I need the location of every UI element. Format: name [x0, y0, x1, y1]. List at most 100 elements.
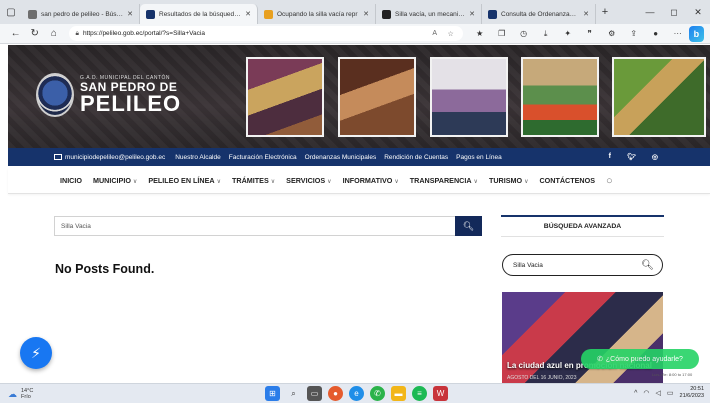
nav-item-label: TRANSPARENCIA	[409, 176, 472, 185]
browser-tab[interactable]: Resultados de la búsqueda d ✕	[140, 4, 258, 24]
history-icon[interactable]: ◷	[513, 29, 535, 39]
featured-post[interactable]: La ciudad azul en promoción nacional AGO…	[502, 292, 663, 384]
search-icon[interactable]: 🔍︎	[641, 260, 654, 271]
word-icon[interactable]: W	[433, 386, 448, 401]
nav-item[interactable]: INICIO	[60, 176, 82, 185]
close-window-icon[interactable]: ✕	[686, 7, 710, 18]
new-tab-button[interactable]: +	[596, 6, 614, 18]
battery-icon[interactable]: ▭	[667, 389, 674, 397]
favorites-icon[interactable]: ★	[469, 29, 491, 39]
chevron-down-icon: ∨	[473, 179, 478, 185]
url-text: https://pelileo.gob.ec/portal/?s=Silla+V…	[82, 30, 205, 37]
nav-item[interactable]: TRÁMITES ∨	[232, 176, 275, 185]
extensions-icon[interactable]: ✦	[557, 29, 579, 39]
profile-icon[interactable]: ●	[645, 29, 667, 39]
top-info-bar: municipiodepelileo@pelileo.gob.ec Nuestr…	[8, 148, 710, 166]
tab-favicon-icon	[264, 9, 273, 19]
top-bar-link[interactable]: Rendición de Cuentas	[384, 154, 448, 161]
sidebar-search-input[interactable]: Silla Vacia 🔍︎	[502, 254, 663, 276]
tab-close-icon[interactable]: ✕	[469, 10, 475, 18]
favorite-star-icon[interactable]: ☆	[445, 30, 457, 38]
messenger-chat-button[interactable]: ⚡︎	[20, 337, 52, 369]
sidebar-search-value: Silla Vacia	[513, 261, 543, 269]
read-aloud-icon[interactable]: A	[429, 30, 441, 37]
nav-item[interactable]: TRANSPARENCIA ∨	[410, 176, 478, 185]
browser-tab[interactable]: san pedro de pelileo - Búsqu ✕	[22, 4, 140, 24]
tray-chevron-icon[interactable]: ^	[634, 390, 637, 397]
twitter-icon[interactable]: 🐦︎	[627, 153, 636, 161]
more-icon[interactable]: ···	[667, 29, 689, 39]
address-bar: ← ↻ ⌂ 🔒︎ https://pelileo.gob.ec/portal/?…	[0, 24, 710, 44]
nav-item[interactable]: MUNICIPIO ∨	[93, 176, 137, 185]
collections-icon[interactable]: ❐	[491, 29, 513, 39]
nav-search-icon[interactable]: ○	[606, 175, 613, 187]
email-text: municipiodepelileo@pelileo.gob.ec	[65, 153, 166, 161]
maximize-icon[interactable]: ◻	[662, 7, 686, 18]
chevron-down-icon: ∨	[216, 179, 222, 185]
home-icon[interactable]: ⌂	[44, 28, 63, 39]
chrome-icon[interactable]: ●	[328, 386, 343, 401]
top-bar-link[interactable]: Nuestro Alcalde	[175, 154, 221, 161]
nav-item[interactable]: CONTÁCTENOS	[539, 176, 595, 185]
spotify-icon[interactable]: ≡	[412, 386, 427, 401]
url-field[interactable]: 🔒︎ https://pelileo.gob.ec/portal/?s=Sill…	[69, 26, 463, 41]
top-bar-link[interactable]: Facturación Electrónica	[229, 154, 297, 161]
instagram-icon[interactable]: ◎	[652, 153, 658, 161]
downloads-icon[interactable]: ⤓	[535, 29, 557, 39]
top-bar-link[interactable]: Ordenanzas Municipales	[305, 154, 377, 161]
main-navigation: INICIO MUNICIPIO ∨ PELILEO EN LÍNEA ∨ TRÁMITE…	[8, 168, 710, 194]
search-button[interactable]: 🔍︎	[455, 216, 482, 236]
refresh-icon[interactable]: ↻	[25, 28, 44, 39]
nav-item[interactable]: SERVICIOS ∨	[286, 176, 331, 185]
back-icon[interactable]: ←	[6, 28, 25, 39]
wifi-icon[interactable]: ◠	[643, 389, 649, 397]
tab-close-icon[interactable]: ✕	[245, 10, 251, 18]
nav-item[interactable]: PELILEO EN LÍNEA ∨	[148, 176, 221, 185]
tab-actions-icon[interactable]: ▢	[0, 0, 22, 24]
tab-label: Consulta de Ordenanzas GAD	[501, 10, 579, 18]
nav-item-label: MUNICIPIO	[92, 176, 131, 185]
tab-label: Resultados de la búsqueda d	[159, 10, 242, 18]
top-bar-link[interactable]: Pagos en Línea	[456, 154, 502, 161]
tab-favicon-icon	[28, 9, 37, 19]
tab-label: Ocupando la silla vacía repr	[277, 10, 358, 18]
nav-item[interactable]: INFORMATIVO ∨	[343, 176, 399, 185]
advanced-search-title: BÚSQUEDA AVANZADA	[501, 215, 664, 237]
settings-icon[interactable]: ⚙	[601, 29, 623, 39]
volume-icon[interactable]: ◁	[656, 389, 661, 397]
chevron-down-icon: ∨	[270, 179, 276, 185]
envelope-icon	[54, 154, 62, 160]
no-results-message: No Posts Found.	[55, 262, 155, 276]
site-logo[interactable]: G.A.D. MUNICIPAL DEL CANTÓN SAN PEDRO DE…	[36, 73, 181, 117]
whatsapp-taskbar-icon[interactable]: ✆	[370, 386, 385, 401]
nav-item[interactable]: TURISMO ∨	[489, 176, 529, 185]
search-input[interactable]	[54, 216, 455, 236]
search-taskbar-icon[interactable]: ⌕	[286, 386, 301, 401]
whatsapp-chat-button[interactable]: ✆ ¿Cómo puedo ayudarle?	[581, 349, 699, 369]
start-icon[interactable]: ⊞	[265, 386, 280, 401]
copilot-icon[interactable]: b	[688, 25, 704, 42]
tab-label: Silla vacía, un mecanismo de	[395, 10, 465, 18]
tab-close-icon[interactable]: ✕	[363, 10, 369, 18]
browser-tab[interactable]: Consulta de Ordenanzas GAD ✕	[482, 4, 596, 24]
tab-favicon-icon	[488, 9, 497, 19]
browser-tab[interactable]: Ocupando la silla vacía repr ✕	[258, 4, 376, 24]
weather-widget[interactable]: ☁ 14°C Frío	[8, 388, 33, 400]
chevron-down-icon: ∨	[132, 179, 138, 185]
header-photo	[612, 57, 706, 137]
minimize-icon[interactable]: —	[638, 7, 662, 18]
tab-close-icon[interactable]: ✕	[583, 10, 589, 18]
edge-icon[interactable]: e	[349, 386, 364, 401]
system-clock[interactable]: 20:51 21/6/2023	[680, 386, 704, 400]
task-view-icon[interactable]: ▭	[307, 386, 322, 401]
nav-item-label: CONTÁCTENOS	[539, 176, 595, 185]
tab-close-icon[interactable]: ✕	[127, 10, 133, 18]
facebook-icon[interactable]: f	[609, 153, 611, 161]
chevron-down-icon: ∨	[394, 179, 399, 185]
browser-tab[interactable]: Silla vacía, un mecanismo de ✕	[376, 4, 482, 24]
quote-icon[interactable]: ❞	[579, 29, 601, 39]
browser-tab-strip: ▢ san pedro de pelileo - Búsqu ✕ Resultado…	[0, 0, 710, 24]
share-icon[interactable]: ⇪	[623, 29, 645, 39]
file-explorer-icon[interactable]: ▬	[391, 386, 406, 401]
email-link[interactable]: municipiodepelileo@pelileo.gob.ec	[54, 154, 165, 161]
